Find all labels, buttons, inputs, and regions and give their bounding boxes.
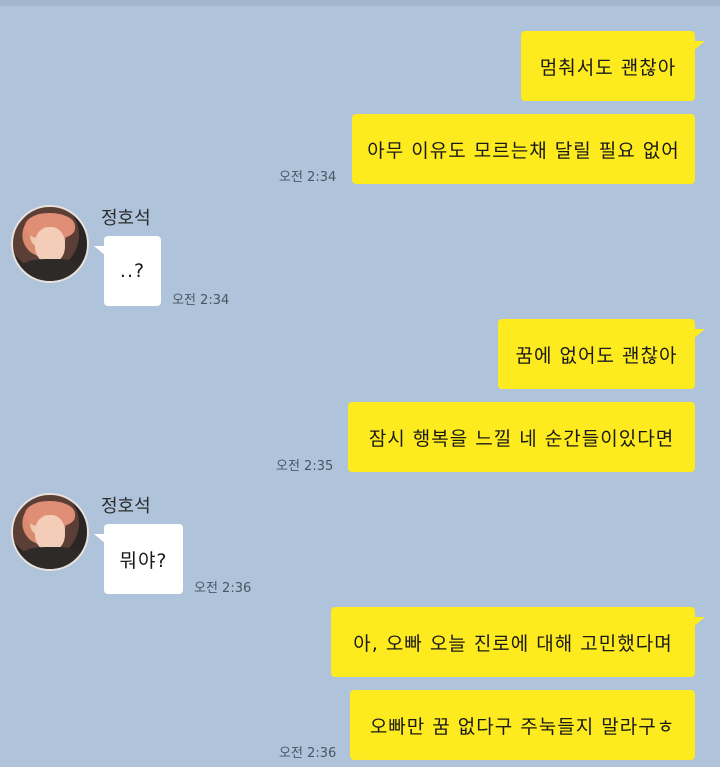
message-time: 오전 2:36	[279, 746, 337, 761]
my-message-bubble[interactable]: 오빠만 꿈 없다구 주눅들지 말라구ㅎ	[350, 690, 695, 760]
message-time: 오전 2:34	[172, 293, 230, 308]
their-message-bubble[interactable]: ..?	[94, 236, 161, 306]
message-text: 아, 오빠 오늘 진로에 대해 고민했다며	[353, 632, 673, 655]
my-message-bubble[interactable]: 아무 이유도 모르는채 달릴 필요 없어	[352, 114, 695, 184]
message-time: 오전 2:36	[194, 581, 252, 596]
message-time: 오전 2:35	[276, 459, 334, 474]
message-text: 오빠만 꿈 없다구 주눅들지 말라구ㅎ	[369, 715, 676, 738]
message-text: 꿈에 없어도 괜찮아	[515, 344, 678, 367]
contact-name: 정호석	[101, 496, 151, 517]
message-text: 잠시 행복을 느낄 네 순간들이있다면	[368, 427, 675, 450]
my-message-bubble[interactable]: 잠시 행복을 느낄 네 순간들이있다면	[348, 402, 695, 472]
my-message-bubble[interactable]: 꿈에 없어도 괜찮아	[498, 319, 705, 389]
my-message-bubble[interactable]: 아, 오빠 오늘 진로에 대해 고민했다며	[331, 607, 705, 677]
my-message-bubble[interactable]: 멈춰서도 괜찮아	[521, 31, 705, 101]
contact-avatar[interactable]	[11, 493, 89, 571]
message-text: 멈춰서도 괜찮아	[539, 56, 677, 79]
message-text: 뭐야?	[119, 549, 168, 572]
contact-avatar[interactable]	[11, 205, 89, 283]
contact-name: 정호석	[101, 208, 151, 229]
message-text: 아무 이유도 모르는채 달릴 필요 없어	[367, 139, 680, 162]
message-time: 오전 2:34	[279, 170, 337, 185]
message-text: ..?	[119, 260, 146, 282]
top-bar	[0, 0, 720, 6]
their-message-bubble[interactable]: 뭐야?	[94, 524, 183, 594]
